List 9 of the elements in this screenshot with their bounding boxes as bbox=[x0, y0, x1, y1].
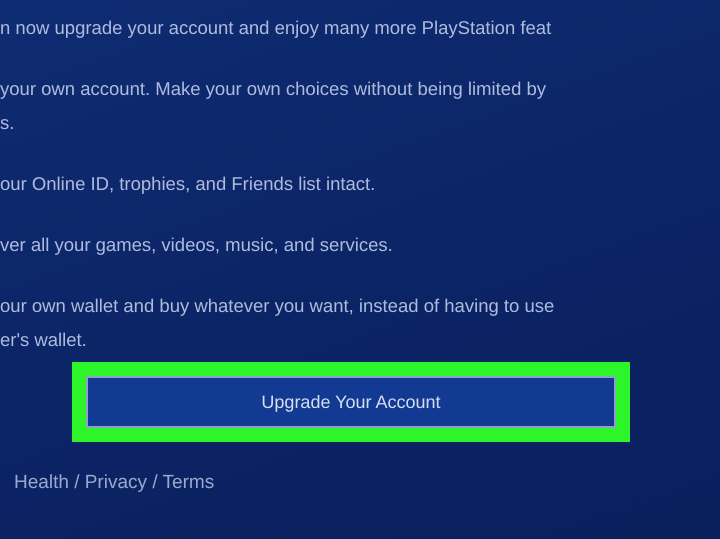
body-text: er's wallet. bbox=[0, 328, 87, 352]
body-text: our Online ID, trophies, and Friends list intact. bbox=[0, 172, 376, 196]
body-text: your own account. Make your own choices without being limited by bbox=[0, 77, 546, 101]
body-text: s. bbox=[0, 111, 14, 135]
body-text: our own wallet and buy whatever you want, instead of having to use bbox=[0, 294, 554, 318]
upgrade-button[interactable]: Upgrade Your Account bbox=[86, 376, 616, 428]
body-text: n now upgrade your account and enjoy many more PlayStation feat bbox=[0, 16, 552, 40]
body-text: ver all your games, videos, music, and services. bbox=[0, 233, 393, 257]
footer-links[interactable]: Health / Privacy / Terms bbox=[14, 472, 214, 494]
